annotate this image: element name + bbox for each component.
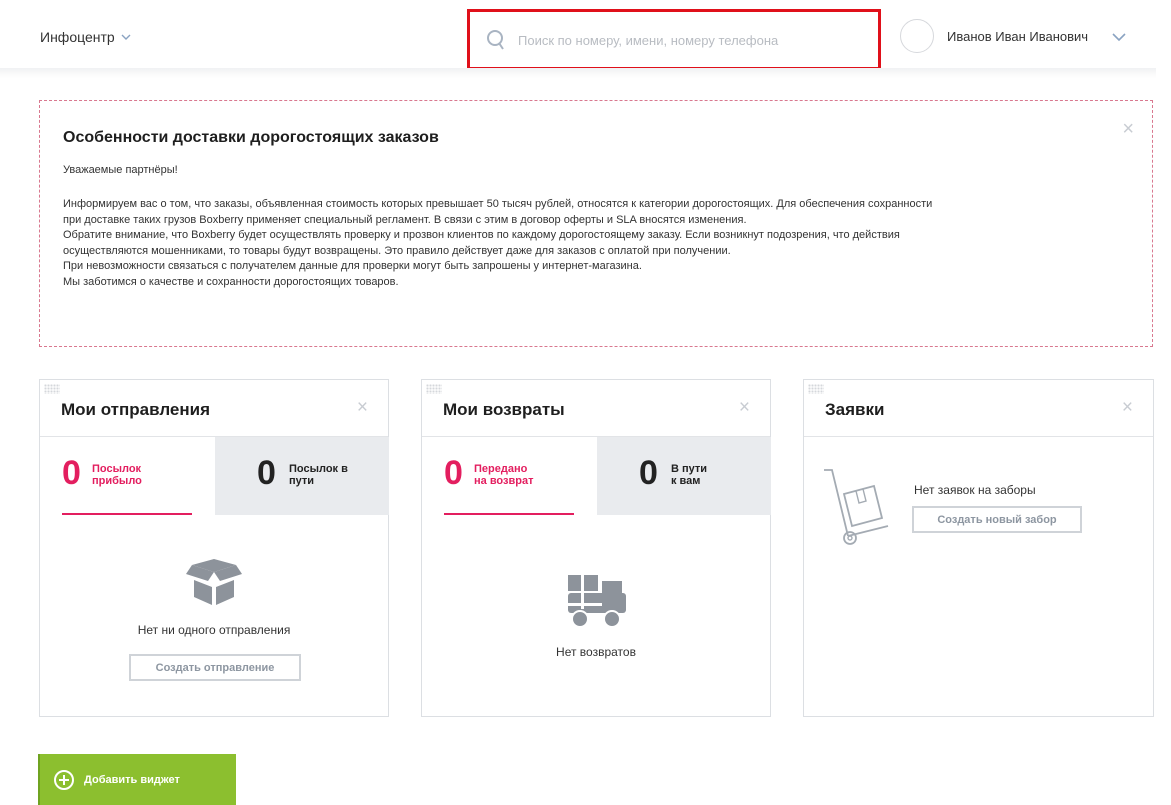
search-box[interactable] <box>467 9 881 70</box>
tab-label-line: В пути <box>671 463 708 475</box>
create-shipment-button[interactable]: Создать отправление <box>129 654 301 681</box>
notice-panel: × Особенности доставки дорогостоящих зак… <box>39 100 1153 347</box>
infocenter-label: Инфоцентр <box>40 29 115 45</box>
divider <box>804 436 1153 437</box>
requests-widget-footer <box>803 576 1154 717</box>
add-widget-label: Добавить виджет <box>84 773 180 786</box>
close-icon[interactable]: × <box>357 398 368 417</box>
notice-paragraph: при доставке таких грузов Boxberry приме… <box>63 213 747 226</box>
plus-icon <box>54 769 74 790</box>
chevron-down-icon <box>121 34 131 40</box>
notice-body: Информируем вас о том, что заказы, объяв… <box>63 197 1138 290</box>
avatar[interactable] <box>900 19 934 53</box>
returns-widget: Мои возвраты × 0 Передано на возврат 0 В… <box>421 379 771 717</box>
tab-label-line: пути <box>289 475 315 487</box>
tab-label-line: Посылок <box>92 463 142 475</box>
chevron-down-icon[interactable] <box>1112 32 1126 42</box>
widget-title: Мои возвраты <box>443 400 565 419</box>
notice-title: Особенности доставки дорогостоящих заказ… <box>63 129 439 146</box>
active-tab-underline <box>62 513 192 515</box>
tab-label-line: Передано <box>474 463 528 475</box>
active-tab-underline <box>444 513 574 515</box>
drag-handle[interactable] <box>426 384 442 394</box>
widget-title: Мои отправления <box>61 400 211 419</box>
tab-label: Передано на возврат <box>474 463 533 487</box>
transit-count: 0 <box>257 454 276 492</box>
drag-handle[interactable] <box>808 384 824 394</box>
hand-truck-icon <box>824 469 889 545</box>
widget-title: Заявки <box>825 400 885 419</box>
tab-in-transit[interactable]: 0 В пути к вам <box>597 437 771 515</box>
notice-paragraph: При невозможности связаться с получателе… <box>63 260 642 272</box>
empty-requests-text: Нет заявок на заборы <box>914 483 1036 497</box>
notice-greeting: Уважаемые партнёры! <box>63 164 178 176</box>
tab-label-line: прибыло <box>92 475 142 487</box>
truck-icon <box>568 575 626 628</box>
transit-count: 0 <box>639 454 658 492</box>
header-shadow <box>0 68 1156 78</box>
user-name[interactable]: Иванов Иван Иванович <box>947 29 1088 44</box>
close-icon[interactable]: × <box>1122 398 1133 417</box>
tab-label: Посылок в пути <box>289 463 348 487</box>
returned-count: 0 <box>444 454 463 492</box>
tab-returned[interactable]: 0 Передано на возврат <box>444 437 574 515</box>
top-header: Инфоцентр Иванов Иван Иванович <box>0 0 1171 70</box>
arrived-count: 0 <box>62 454 81 492</box>
tab-label-line: к вам <box>671 475 701 487</box>
tab-label: В пути к вам <box>671 463 707 487</box>
empty-returns-text: Нет возвратов <box>556 645 636 659</box>
box-icon <box>186 559 242 605</box>
requests-widget: Заявки × Нет заявок на заборы Создать но… <box>803 379 1154 577</box>
infocenter-menu[interactable]: Инфоцентр <box>40 29 131 45</box>
search-input[interactable] <box>518 29 858 51</box>
tab-arrived[interactable]: 0 Посылок прибыло <box>62 437 192 515</box>
notice-paragraph: осуществляются мошенниками, то товары бу… <box>63 244 731 257</box>
notice-paragraph: Информируем вас о том, что заказы, объяв… <box>63 198 933 210</box>
tab-label-line: на возврат <box>474 475 534 487</box>
add-widget-button[interactable]: Добавить виджет <box>38 754 236 805</box>
tab-label: Посылок прибыло <box>92 463 142 487</box>
search-icon <box>487 30 504 50</box>
shipments-widget: Мои отправления × 0 Посылок прибыло 0 По… <box>39 379 389 717</box>
notice-paragraph: Мы заботимся о качестве и сохранности до… <box>63 275 399 288</box>
tab-in-transit[interactable]: 0 Посылок в пути <box>215 437 389 515</box>
close-icon[interactable]: × <box>739 398 750 417</box>
create-pickup-button[interactable]: Создать новый забор <box>912 506 1082 533</box>
close-icon[interactable]: × <box>1122 119 1134 139</box>
drag-handle[interactable] <box>44 384 60 394</box>
tab-label-line: Посылок в <box>289 463 348 475</box>
notice-paragraph: Обратите внимание, что Boxberry будет ос… <box>63 229 900 241</box>
empty-shipments-text: Нет ни одного отправления <box>137 623 291 637</box>
